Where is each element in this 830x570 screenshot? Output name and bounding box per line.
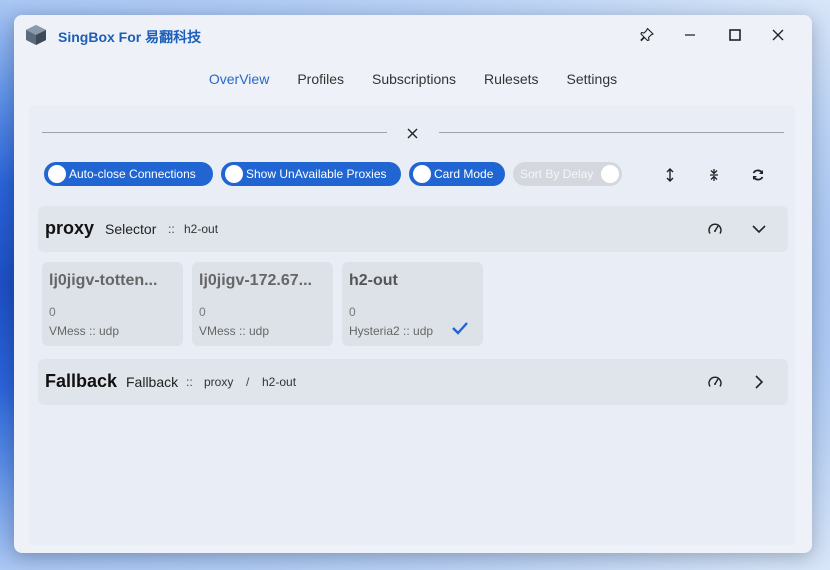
proxy-card[interactable]: lj0jigv-totten... 0 VMess :: udp (42, 262, 183, 346)
speedometer-icon (708, 376, 722, 387)
auto-close-toggle[interactable]: Auto-close Connections (44, 162, 213, 186)
refresh-icon (752, 169, 764, 181)
refresh-button[interactable] (747, 164, 769, 186)
divider-left (42, 132, 387, 133)
expand-vertical-icon (666, 168, 674, 182)
group-path-item: proxy (204, 375, 234, 389)
group-type: Fallback (126, 374, 179, 390)
app-title: SingBox For 易翻科技 (58, 29, 202, 45)
app-logo-icon (26, 25, 46, 45)
card-mode-label: Card Mode (434, 167, 494, 181)
show-unavailable-toggle[interactable]: Show UnAvailable Proxies (221, 162, 401, 186)
app-window: SingBox For 易翻科技 OverView Profiles Subsc… (14, 15, 812, 553)
group-type: Selector (105, 221, 157, 237)
group-header-proxy[interactable]: proxy Selector :: h2-out (38, 206, 788, 252)
collapse-vertical-icon (710, 169, 718, 181)
latency-test-button[interactable] (704, 371, 726, 393)
proxy-name: h2-out (349, 272, 398, 289)
group-separator: :: (186, 375, 193, 389)
close-icon (407, 128, 417, 138)
speedometer-icon (708, 223, 722, 234)
toggle-knob (48, 165, 66, 183)
auto-close-label: Auto-close Connections (69, 167, 196, 181)
divider-right (439, 132, 784, 133)
main-nav: OverView Profiles Subscriptions Rulesets… (14, 69, 812, 89)
group-separator: :: (168, 222, 175, 236)
expand-all-button[interactable] (659, 164, 681, 186)
proxy-delay: 0 (349, 305, 356, 319)
group-path-separator: / (246, 375, 250, 389)
minimize-icon (685, 34, 695, 36)
group-header-fallback[interactable]: Fallback Fallback :: proxy / h2-out (38, 359, 788, 405)
checkmark-icon (452, 322, 468, 335)
collapse-group-button[interactable] (748, 218, 770, 240)
tab-subscriptions[interactable]: Subscriptions (358, 69, 470, 89)
tab-rulesets[interactable]: Rulesets (470, 69, 552, 89)
pin-icon (640, 28, 654, 42)
title-bar[interactable]: SingBox For 易翻科技 (14, 15, 812, 55)
group-name: proxy (45, 218, 95, 238)
tab-settings[interactable]: Settings (553, 69, 632, 89)
tab-profiles[interactable]: Profiles (283, 69, 358, 89)
proxy-toolbar: Auto-close Connections Show UnAvailable … (44, 162, 788, 192)
toggle-knob (225, 165, 243, 183)
sort-by-delay-toggle[interactable]: Sort By Delay (513, 162, 622, 186)
proxy-name: lj0jigv-172.67... (199, 272, 312, 289)
toggle-knob (601, 165, 619, 183)
chevron-down-icon (752, 225, 766, 234)
divider-row (42, 123, 784, 143)
dismiss-button[interactable] (402, 123, 422, 143)
tab-overview[interactable]: OverView (195, 69, 283, 89)
collapse-all-button[interactable] (703, 164, 725, 186)
maximize-button[interactable] (723, 23, 747, 47)
sort-by-delay-label: Sort By Delay (520, 167, 594, 181)
chevron-right-icon (755, 375, 764, 389)
card-mode-toggle[interactable]: Card Mode (409, 162, 505, 186)
overview-panel: Auto-close Connections Show UnAvailable … (29, 105, 795, 545)
group-current-proxy: h2-out (184, 222, 219, 236)
group-name: Fallback (45, 371, 118, 391)
proxy-type: VMess :: udp (49, 324, 120, 338)
close-icon (772, 29, 784, 41)
proxy-card[interactable]: lj0jigv-172.67... 0 VMess :: udp (192, 262, 333, 346)
minimize-button[interactable] (678, 23, 702, 47)
proxy-type: VMess :: udp (199, 324, 270, 338)
toggle-knob (413, 165, 431, 183)
latency-test-button[interactable] (704, 218, 726, 240)
proxy-type: Hysteria2 :: udp (349, 324, 434, 338)
proxy-delay: 0 (49, 305, 56, 319)
pin-button[interactable] (635, 23, 659, 47)
group-current-proxy: h2-out (262, 375, 297, 389)
proxy-delay: 0 (199, 305, 206, 319)
proxy-name: lj0jigv-totten... (49, 272, 158, 289)
maximize-icon (729, 29, 741, 41)
expand-group-button[interactable] (748, 371, 770, 393)
close-window-button[interactable] (766, 23, 790, 47)
show-unavailable-label: Show UnAvailable Proxies (246, 167, 387, 181)
proxy-card-selected[interactable]: h2-out 0 Hysteria2 :: udp (342, 262, 483, 346)
